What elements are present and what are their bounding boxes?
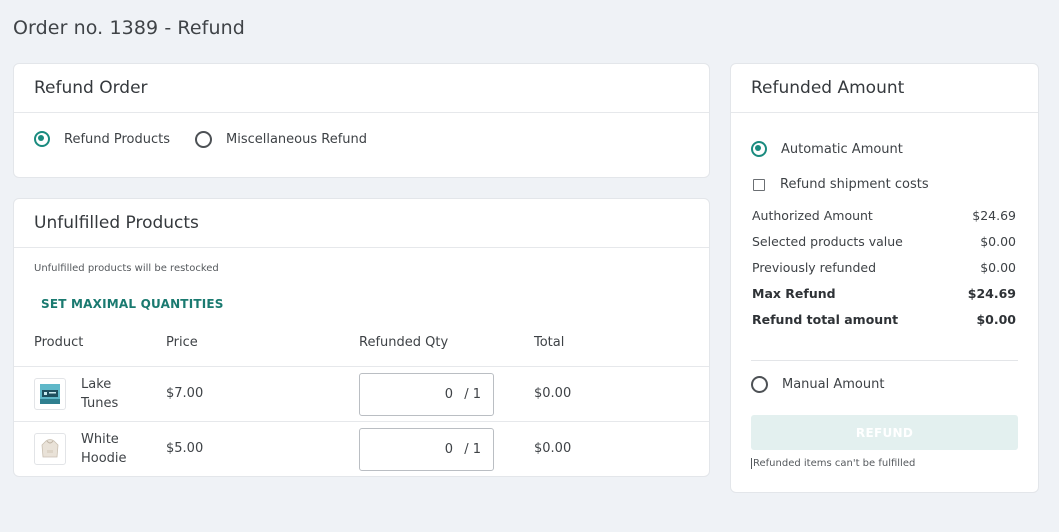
summary-row: Previously refunded $0.00 bbox=[752, 260, 1016, 275]
album-cover-icon bbox=[34, 378, 66, 410]
hoodie-icon bbox=[34, 433, 66, 465]
restock-note: Unfulfilled products will be restocked bbox=[34, 263, 219, 274]
page-title: Order no. 1389 - Refund bbox=[13, 17, 245, 39]
radio-unselected-icon bbox=[751, 376, 768, 393]
set-maximal-quantities-button[interactable]: SET MAXIMAL QUANTITIES bbox=[41, 297, 224, 311]
summary-value: $24.69 bbox=[972, 208, 1016, 223]
summary-row: Refund total amount $0.00 bbox=[752, 312, 1016, 327]
summary-label: Authorized Amount bbox=[752, 208, 873, 223]
refund-order-card: Refund Order Refund Products Miscellaneo… bbox=[13, 63, 710, 178]
miscellaneous-refund-radio[interactable]: Miscellaneous Refund bbox=[195, 131, 367, 148]
qty-value: 0 bbox=[444, 387, 453, 402]
qty-max: / 1 bbox=[464, 442, 481, 457]
summary-value: $24.69 bbox=[967, 286, 1016, 301]
summary-row: Selected products value $0.00 bbox=[752, 234, 1016, 249]
refund-products-label: Refund Products bbox=[64, 131, 171, 147]
automatic-amount-radio[interactable]: Automatic Amount bbox=[751, 141, 903, 157]
product-price: $5.00 bbox=[166, 441, 204, 456]
product-name: White Hoodie bbox=[81, 432, 127, 466]
radio-unselected-icon bbox=[195, 131, 212, 148]
unfulfilled-products-card: Unfulfilled Products Unfulfilled product… bbox=[13, 198, 710, 477]
refund-order-title: Refund Order bbox=[14, 64, 709, 113]
summary-divider bbox=[751, 360, 1018, 361]
manual-amount-label: Manual Amount bbox=[782, 377, 885, 392]
column-header-price: Price bbox=[166, 335, 198, 350]
summary-value: $0.00 bbox=[980, 234, 1016, 249]
product-price: $7.00 bbox=[166, 386, 204, 401]
refunded-qty-input[interactable]: 0 / 1 bbox=[359, 428, 494, 471]
product-name: Lake Tunes bbox=[81, 377, 119, 411]
product-total: $0.00 bbox=[534, 386, 572, 401]
table-divider bbox=[14, 421, 709, 422]
refund-footer-note: Refunded items can't be fulfilled bbox=[751, 458, 916, 469]
summary-row: Authorized Amount $24.69 bbox=[752, 208, 1016, 223]
summary-row: Max Refund $24.69 bbox=[752, 286, 1016, 301]
refunded-amount-title: Refunded Amount bbox=[731, 64, 1038, 113]
column-header-product: Product bbox=[34, 335, 84, 350]
summary-label: Refund total amount bbox=[752, 312, 899, 327]
refund-shipment-checkbox[interactable]: Refund shipment costs bbox=[753, 177, 929, 192]
summary-value: $0.00 bbox=[976, 312, 1016, 327]
miscellaneous-refund-label: Miscellaneous Refund bbox=[226, 132, 368, 147]
refunded-qty-input[interactable]: 0 / 1 bbox=[359, 373, 494, 416]
summary-label: Max Refund bbox=[752, 286, 836, 301]
qty-value: 0 bbox=[444, 442, 453, 457]
column-header-total: Total bbox=[534, 335, 565, 350]
automatic-amount-label: Automatic Amount bbox=[781, 141, 903, 157]
refund-button[interactable]: REFUND bbox=[751, 415, 1018, 450]
unfulfilled-products-title: Unfulfilled Products bbox=[14, 199, 709, 248]
refunded-amount-card: Refunded Amount Automatic Amount Refund … bbox=[730, 63, 1039, 493]
column-header-refunded-qty: Refunded Qty bbox=[359, 335, 449, 350]
summary-value: $0.00 bbox=[980, 260, 1016, 275]
radio-selected-icon bbox=[34, 131, 50, 147]
refund-products-radio[interactable]: Refund Products bbox=[34, 131, 170, 147]
summary-label: Selected products value bbox=[752, 234, 903, 249]
product-total: $0.00 bbox=[534, 441, 572, 456]
radio-selected-icon bbox=[751, 141, 767, 157]
table-divider bbox=[14, 366, 709, 367]
refund-shipment-label: Refund shipment costs bbox=[780, 177, 929, 192]
qty-max: / 1 bbox=[464, 387, 481, 402]
manual-amount-radio[interactable]: Manual Amount bbox=[751, 376, 884, 393]
checkbox-icon bbox=[753, 178, 765, 191]
summary-label: Previously refunded bbox=[752, 260, 877, 275]
